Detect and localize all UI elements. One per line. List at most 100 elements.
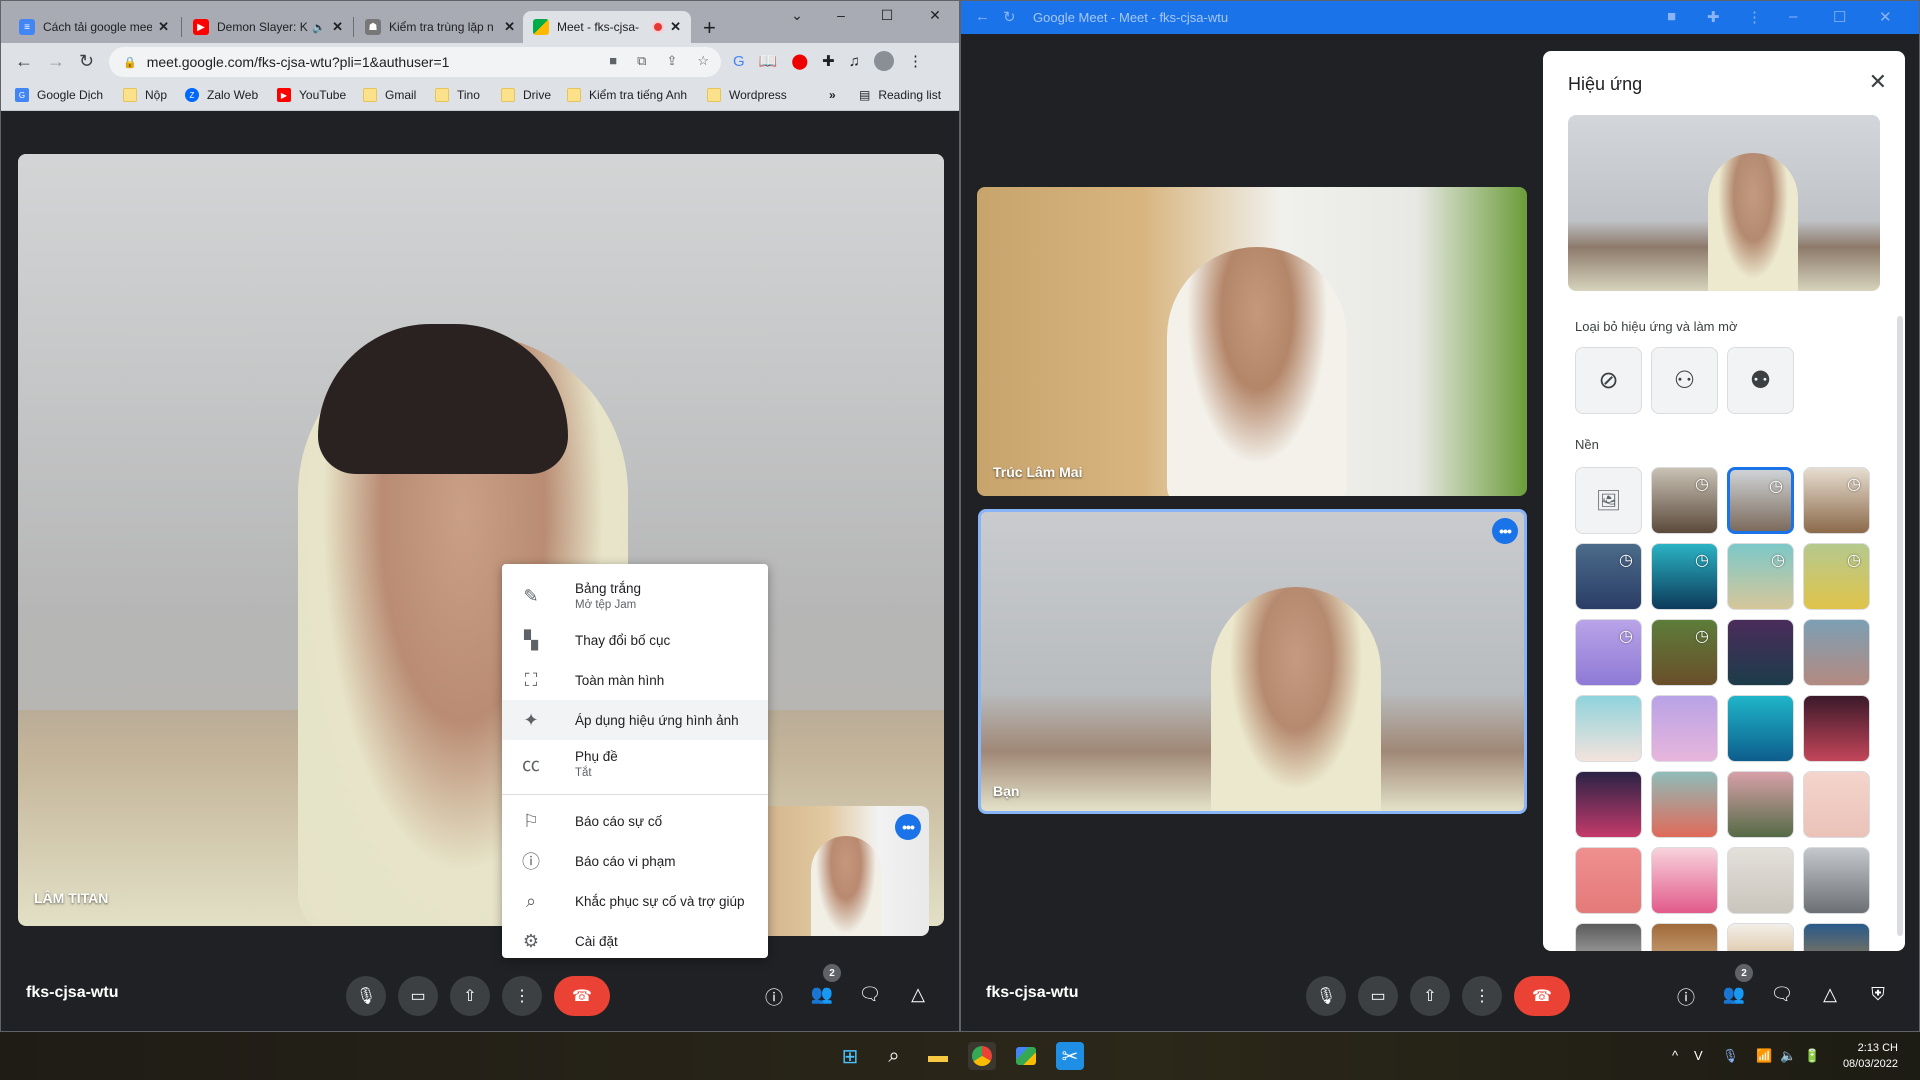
reload-icon[interactable]: ↻ [1003, 8, 1016, 26]
bookmarks-overflow-button[interactable]: » [829, 88, 836, 102]
leave-call-button[interactable]: ☎ [554, 976, 610, 1016]
no-effect-button[interactable]: ⊘ [1575, 347, 1642, 414]
background-option-roses[interactable] [1727, 771, 1794, 838]
background-option-cafe-1[interactable]: ◷ [1651, 467, 1718, 534]
background-option-cafe-snow[interactable]: ◷ [1727, 467, 1794, 534]
background-option-pool-water[interactable] [1727, 695, 1794, 762]
file-explorer-icon[interactable]: ▬ [924, 1042, 952, 1070]
new-tab-button[interactable]: + [703, 15, 716, 41]
camera-button[interactable]: ▭ [1358, 976, 1398, 1016]
more-options-button[interactable]: ⋮ [502, 976, 542, 1016]
close-tab-icon[interactable]: ✕ [158, 19, 169, 35]
bookmark-tino[interactable]: Tino [435, 88, 480, 102]
self-view-tile[interactable]: ••• Bạn [978, 509, 1527, 814]
background-option-library-night[interactable] [1803, 923, 1870, 951]
present-button[interactable]: ⇧ [1410, 976, 1450, 1016]
blur-button[interactable]: ⚉ [1727, 347, 1794, 414]
open-in-app-icon[interactable]: ⧉ [637, 53, 646, 69]
background-option-sunset-gradient[interactable] [1803, 619, 1870, 686]
extensions-puzzle-icon[interactable]: ✚ [1707, 8, 1720, 26]
tab-youtube[interactable]: ▶ Demon Slayer: K 🔈 ✕ [183, 11, 353, 43]
bookmark-gmail[interactable]: Gmail [363, 88, 416, 102]
background-option-underwater[interactable]: ◷ [1651, 543, 1718, 610]
share-icon[interactable]: ⇪ [666, 53, 677, 69]
background-option-pattern-pink[interactable] [1575, 847, 1642, 914]
bookmark-star-icon[interactable]: ☆ [697, 53, 709, 69]
people-button[interactable]: 👥 [809, 984, 835, 1005]
bookmark-youtube[interactable]: ▶ YouTube [277, 88, 346, 102]
self-view-tile[interactable]: ••• [761, 806, 929, 936]
bookmark-nop[interactable]: Nộp [123, 88, 167, 102]
bookmark-wordpress[interactable]: Wordpress [707, 88, 787, 102]
google-meet-app-icon[interactable] [1012, 1042, 1040, 1070]
background-option-flowers-pink[interactable] [1651, 771, 1718, 838]
address-bar[interactable]: 🔒 meet.google.com/fks-cjsa-wtu?pli=1&aut… [109, 47, 721, 77]
maximize-button[interactable]: ☐ [1833, 8, 1846, 26]
url-text[interactable]: meet.google.com/fks-cjsa-wtu?pli=1&authu… [147, 54, 450, 70]
background-option-confetti[interactable] [1651, 847, 1718, 914]
menu-item-change-layout[interactable]: ▚ Thay đổi bố cục [502, 620, 768, 660]
speaker-icon[interactable]: 🔈 [312, 21, 326, 34]
meeting-info-button[interactable]: ⓘ [1673, 984, 1699, 1010]
menu-item-troubleshooting[interactable]: ⌕ Khắc phục sự cố và trợ giúp [502, 881, 768, 921]
close-window-button[interactable]: ✕ [1879, 8, 1892, 26]
forward-arrow-icon[interactable]: → [47, 51, 65, 72]
tile-options-button[interactable]: ••• [895, 814, 921, 840]
background-option-car-cartoon[interactable]: ◷ [1575, 543, 1642, 610]
mic-button[interactable]: 🎙 [1306, 976, 1346, 1016]
maximize-button[interactable]: ☐ [867, 7, 907, 24]
menu-item-settings[interactable]: ⚙ Cài đặt [502, 921, 768, 961]
bookmark-google-dich[interactable]: G Google Dịch [15, 88, 103, 102]
chrome-menu-icon[interactable]: ⋮ [908, 52, 923, 70]
tab-plagiarism-check[interactable]: ☗ Kiểm tra trùng lặp n ✕ [355, 11, 525, 43]
participant-tile[interactable]: Trúc Lâm Mai [977, 187, 1527, 496]
menu-item-captions[interactable]: ㏄ Phụ đề Tắt [502, 740, 768, 788]
present-button[interactable]: ⇧ [450, 976, 490, 1016]
menu-item-apply-visual-effects[interactable]: ✦ Áp dụng hiệu ứng hình ảnh [502, 700, 768, 740]
google-translate-extension-icon[interactable]: G [733, 53, 745, 70]
menu-item-whiteboard[interactable]: ✎ Bảng trắng Mở tệp Jam [502, 572, 768, 620]
mic-button[interactable]: 🎙 [346, 976, 386, 1016]
activities-button[interactable]: △ [1817, 984, 1843, 1005]
close-window-button[interactable]: ✕ [915, 7, 955, 24]
panel-scrollbar[interactable] [1897, 316, 1903, 936]
bookmark-kiem-tra-tieng-anh[interactable]: Kiểm tra tiếng Anh [567, 88, 687, 102]
back-arrow-icon[interactable]: ← [975, 8, 990, 25]
background-option-classroom-cartoon[interactable]: ◷ [1803, 543, 1870, 610]
close-tab-icon[interactable]: ✕ [504, 19, 515, 35]
menu-item-report-abuse[interactable]: ⓘ Báo cáo vi phạm [502, 841, 768, 881]
background-option-theater-cartoon[interactable] [1727, 619, 1794, 686]
volume-icon[interactable]: 🔈 [1780, 1048, 1796, 1064]
windows-start-icon[interactable]: ⊞ [836, 1042, 864, 1070]
background-option-mountain-room[interactable] [1803, 847, 1870, 914]
people-button[interactable]: 👥 [1721, 984, 1747, 1005]
background-option-beach[interactable] [1575, 695, 1642, 762]
close-tab-icon[interactable]: ✕ [670, 19, 681, 35]
tab-search-button[interactable]: ⌄ [777, 7, 817, 24]
chrome-icon[interactable] [968, 1042, 996, 1070]
chat-button[interactable]: 🗨 [857, 984, 883, 1005]
background-option-beach-cartoon[interactable]: ◷ [1727, 543, 1794, 610]
minimize-button[interactable]: – [1789, 8, 1797, 25]
reading-list-button[interactable]: ▤ Reading list [859, 88, 941, 102]
battery-icon[interactable]: 🔋 [1804, 1048, 1820, 1064]
background-option-nebula[interactable] [1803, 695, 1870, 762]
camera-in-use-icon[interactable]: ■ [609, 53, 617, 69]
back-arrow-icon[interactable]: ← [15, 51, 33, 72]
wifi-icon[interactable]: 📶 [1756, 1048, 1772, 1064]
extensions-puzzle-icon[interactable]: ✚ [822, 52, 835, 70]
background-option-fireworks[interactable] [1575, 771, 1642, 838]
background-option-cafe-3[interactable]: ◷ [1803, 467, 1870, 534]
reload-icon[interactable]: ↻ [79, 51, 94, 72]
menu-item-fullscreen[interactable]: ⛶ Toàn màn hình [502, 660, 768, 700]
lock-icon[interactable]: 🔒 [123, 56, 137, 69]
minimize-button[interactable]: – [821, 7, 861, 23]
media-control-icon[interactable]: ♫ [849, 53, 860, 70]
background-option-space-cartoon[interactable]: ◷ [1575, 619, 1642, 686]
snipping-tool-icon[interactable]: ✂ [1056, 1042, 1084, 1070]
camera-in-use-icon[interactable]: ■ [1667, 8, 1676, 25]
chat-button[interactable]: 🗨 [1769, 984, 1795, 1005]
adblock-extension-icon[interactable]: ⬤ [791, 52, 808, 70]
reader-extension-icon[interactable]: 📖 [759, 52, 778, 70]
bookmark-zalo-web[interactable]: Z Zalo Web [185, 88, 258, 102]
